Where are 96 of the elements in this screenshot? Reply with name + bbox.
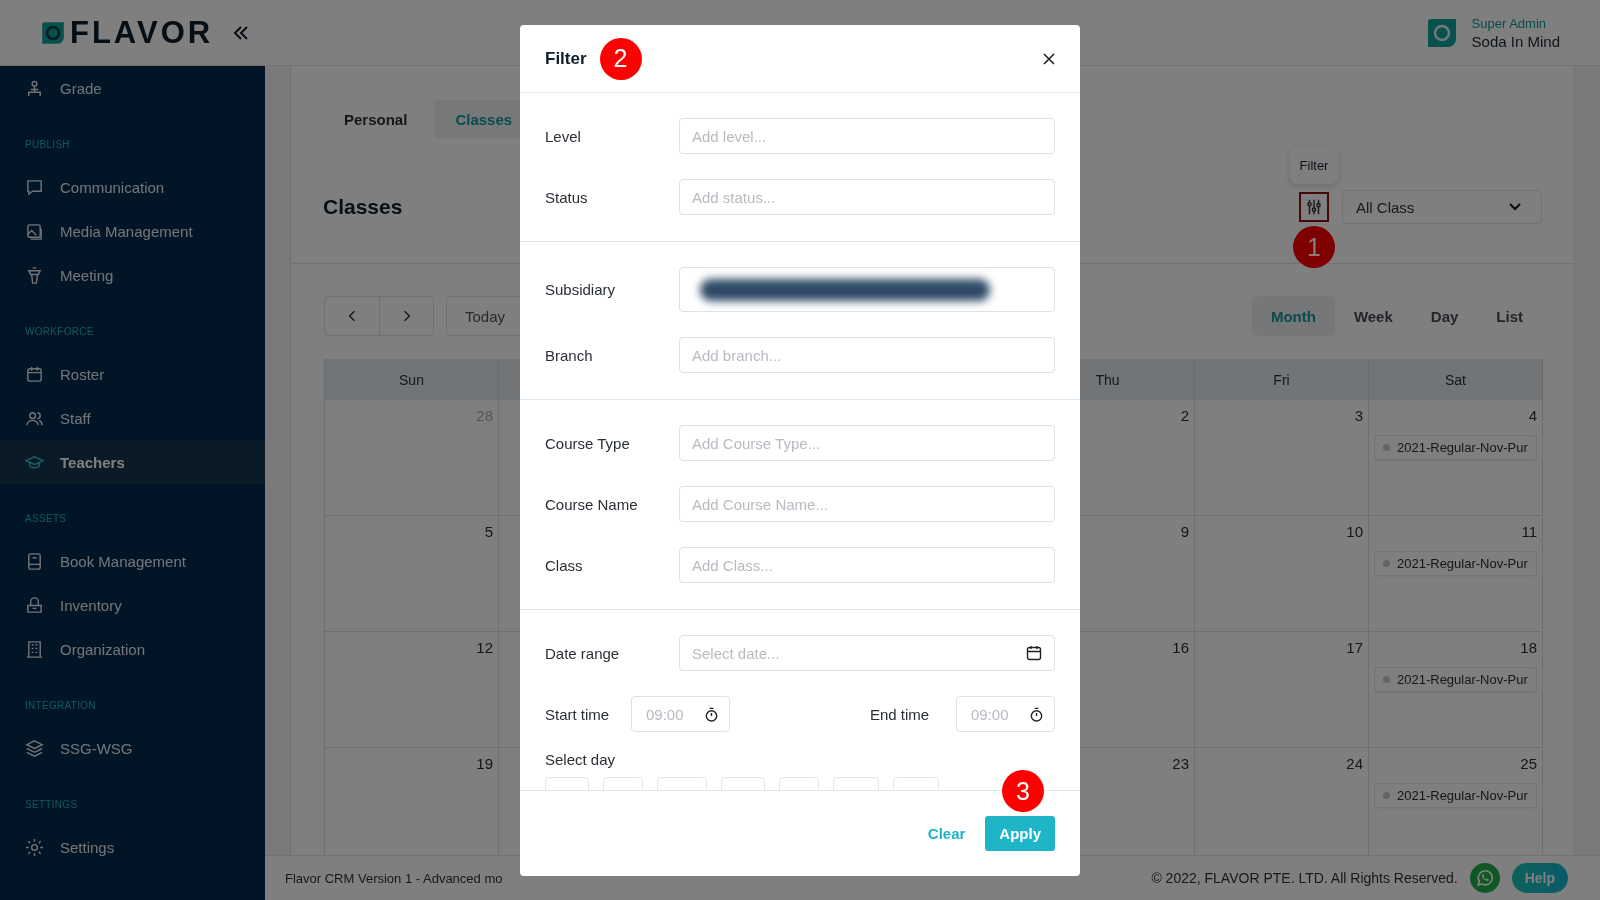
tab[interactable]: Personal xyxy=(323,100,429,138)
column-header: Sun xyxy=(325,359,499,400)
input-field[interactable]: Add Course Type... xyxy=(679,425,1055,461)
sliders-icon xyxy=(1305,198,1323,216)
input-field[interactable]: Add branch... xyxy=(679,337,1055,373)
date-number: 10 xyxy=(1346,523,1363,540)
field-label: End time xyxy=(870,705,931,723)
field-label: Status xyxy=(545,188,589,206)
calendar-icon xyxy=(25,364,44,384)
date-number: 11 xyxy=(1521,523,1537,540)
section-heading: ASSETS xyxy=(24,512,68,526)
date-number: 18 xyxy=(1520,639,1537,656)
apply-button[interactable]: Apply xyxy=(985,816,1055,851)
field-label: Select day xyxy=(545,751,617,768)
dialog-title: Filter xyxy=(545,48,587,69)
sidebar-item[interactable]: Media Management xyxy=(0,209,265,253)
view-tab[interactable]: Month xyxy=(1251,296,1335,336)
field-label: Level xyxy=(545,127,582,145)
sidebar-item[interactable]: Book Management xyxy=(0,539,265,583)
view-tab[interactable]: Day xyxy=(1411,296,1478,336)
view-tab[interactable]: Week xyxy=(1334,296,1412,336)
logo-text: FLAVOR xyxy=(70,14,214,51)
copyright-text: © 2022, FLAVOR PTE. LTD. All Rights Reserved. xyxy=(1151,870,1458,886)
chat-bubble-icon[interactable] xyxy=(1469,863,1500,893)
section-heading: SETTINGS xyxy=(24,798,79,812)
filter-button[interactable] xyxy=(1299,192,1329,222)
calendar-event[interactable]: 2021-Regular-Nov-Pur xyxy=(1374,551,1537,576)
sidebar-item[interactable]: Roster xyxy=(0,352,265,396)
field-label: Branch xyxy=(545,346,594,364)
user-role: Super Admin xyxy=(1471,15,1548,31)
calendar-event[interactable]: 2021-Regular-Nov-Pur xyxy=(1374,667,1537,692)
sidebar-item[interactable]: Communication xyxy=(0,165,265,209)
date-number: 17 xyxy=(1346,639,1363,656)
field-label: Subsidiary xyxy=(545,281,617,298)
date-number: 24 xyxy=(1346,755,1363,772)
date-number: 23 xyxy=(1172,755,1189,772)
sidebar-item[interactable]: Teachers xyxy=(0,440,265,484)
date-number: 12 xyxy=(476,639,493,656)
logo-icon xyxy=(40,19,66,46)
sidebar-item[interactable]: Staff xyxy=(0,396,265,440)
input-field[interactable]: Add level... xyxy=(679,118,1055,154)
close-icon[interactable] xyxy=(1043,52,1055,65)
view-tab[interactable]: List xyxy=(1477,296,1542,336)
stopwatch-icon xyxy=(1029,706,1044,722)
clear-button[interactable]: Clear xyxy=(927,825,966,842)
user-name: Soda In Mind xyxy=(1471,32,1560,50)
building-icon xyxy=(25,639,44,659)
image-icon xyxy=(25,221,44,241)
select-field[interactable] xyxy=(679,267,1055,312)
sidebar-item[interactable]: SSG-WSG xyxy=(0,726,265,770)
sidebar-item[interactable]: Settings xyxy=(0,825,265,869)
chevron-icon xyxy=(1509,203,1521,211)
avatar-icon[interactable] xyxy=(1425,16,1458,49)
sidebar-item[interactable]: Inventory xyxy=(0,583,265,627)
section-heading: INTEGRATION xyxy=(24,699,97,713)
step-marker: 2 xyxy=(599,37,642,80)
date-number: 25 xyxy=(1520,755,1537,772)
input-field[interactable]: Add Class... xyxy=(679,547,1055,583)
date-number: 3 xyxy=(1354,407,1363,424)
tooltip: Filter xyxy=(1289,147,1339,184)
field-label: Date range xyxy=(545,644,621,662)
step-marker: 3 xyxy=(1002,770,1044,812)
class-select[interactable]: All Class xyxy=(1342,190,1542,224)
book-icon xyxy=(25,551,44,571)
date-number: 2 xyxy=(1180,407,1189,424)
field-label: Start time xyxy=(545,705,611,723)
field-label: Course Type xyxy=(545,434,631,452)
section-heading: PUBLISH xyxy=(24,138,71,152)
date-number: 9 xyxy=(1180,523,1189,540)
version-text: Flavor CRM Version 1 - Advanced mo xyxy=(285,870,503,886)
sidebar-item[interactable]: Grade xyxy=(0,66,265,110)
column-header: Sat xyxy=(1369,359,1543,400)
layers-icon xyxy=(25,738,44,758)
date-number: 4 xyxy=(1528,407,1537,424)
chevron-left-icon xyxy=(348,310,356,322)
page-title: Classes xyxy=(323,195,403,219)
date-number: 16 xyxy=(1172,639,1189,656)
calendar-event[interactable]: 2021-Regular-Nov-Pur xyxy=(1374,435,1537,460)
sidebar-item[interactable]: Organization xyxy=(0,627,265,671)
chevron-right-icon xyxy=(402,310,411,322)
grade-icon xyxy=(25,78,44,98)
podium-icon xyxy=(25,265,44,285)
date-number: 19 xyxy=(476,755,493,772)
input-field[interactable]: Add Course Name... xyxy=(679,486,1055,522)
calendar-icon xyxy=(1026,645,1042,661)
chat-icon xyxy=(25,177,44,197)
step-marker: 1 xyxy=(1293,226,1335,268)
sidebar-item[interactable]: Meeting xyxy=(0,253,265,297)
calendar-event[interactable]: 2021-Regular-Nov-Pur xyxy=(1374,783,1537,808)
section-heading: WORKFORCE xyxy=(24,325,95,339)
stopwatch-icon xyxy=(704,706,719,722)
input-field[interactable]: Add status... xyxy=(679,179,1055,215)
column-header: Fri xyxy=(1195,359,1369,400)
field-label: Course Name xyxy=(545,495,639,513)
field-label: Class xyxy=(545,556,584,574)
date-number: 5 xyxy=(484,523,493,540)
